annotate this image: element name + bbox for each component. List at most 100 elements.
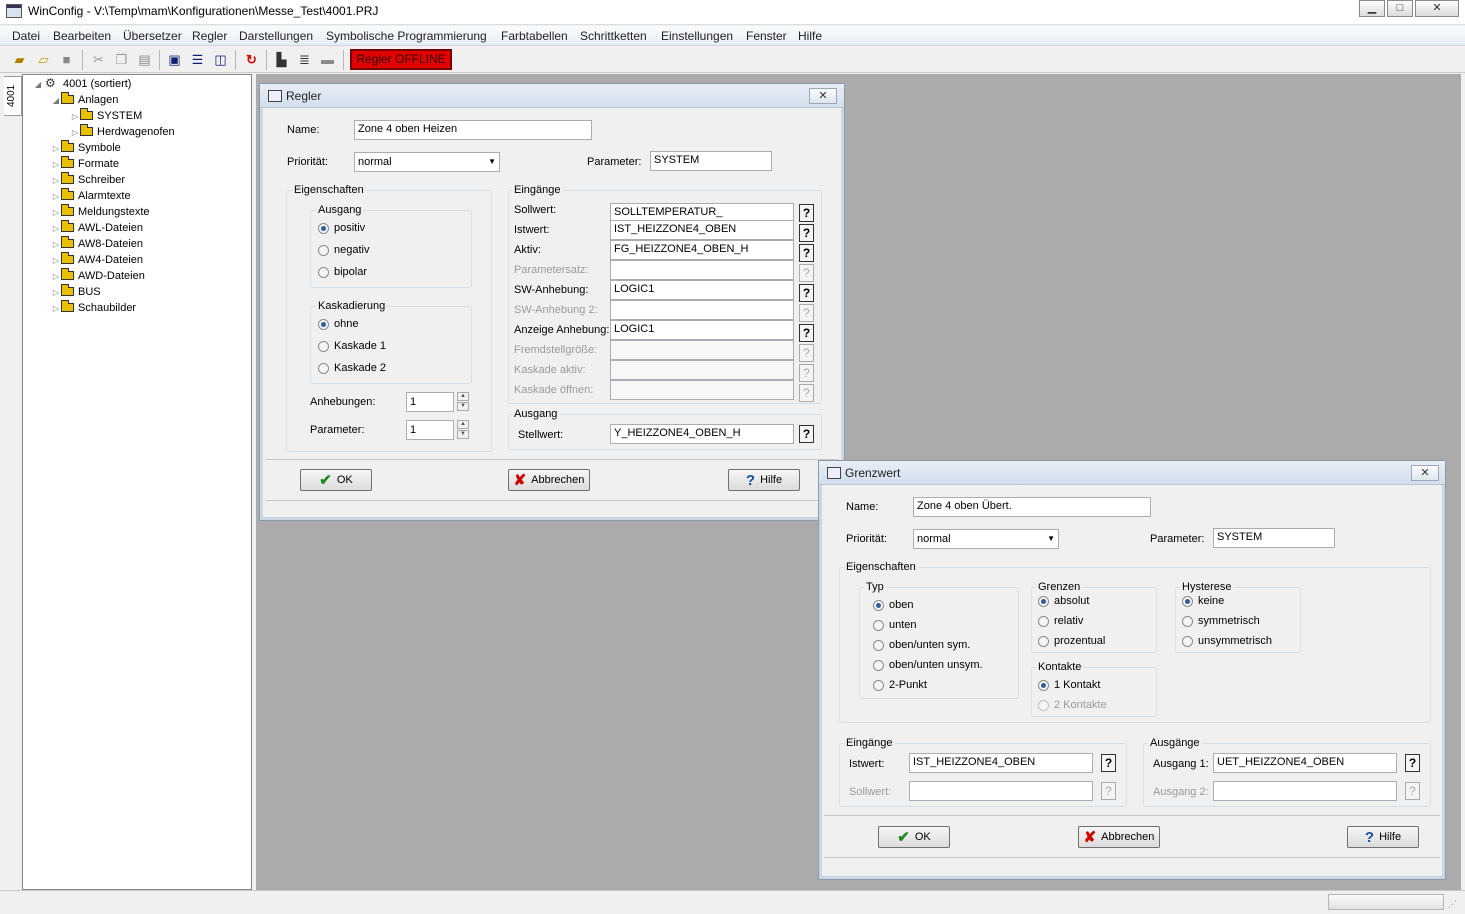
grenzwert-help-button[interactable]: ? Hilfe — [1347, 826, 1419, 848]
absolut-radio[interactable] — [1038, 596, 1049, 607]
new-project-icon[interactable]: ▰ — [11, 51, 28, 68]
tree-item-meldungstexte[interactable]: ▷ Meldungstexte — [51, 204, 150, 220]
tree-item-anlagen[interactable]: ◢ Anlagen — [51, 92, 118, 108]
resize-grip-icon[interactable]: ⋰ — [1448, 899, 1460, 911]
expand-arrow-icon[interactable]: ▷ — [70, 109, 80, 125]
istwert-help-button[interactable]: ? — [799, 224, 814, 242]
tree-item-bus[interactable]: ▷ BUS — [51, 284, 101, 300]
expand-arrow-icon[interactable]: ▷ — [51, 237, 61, 253]
expand-arrow-icon[interactable]: ▷ — [51, 253, 61, 269]
zwei-punkt-radio[interactable] — [873, 680, 884, 691]
anzeige-anhebung-input[interactable]: LOGIC1 — [610, 320, 794, 340]
kaskade2-radio[interactable] — [318, 363, 329, 374]
cut-icon[interactable]: ✂ — [90, 51, 107, 68]
ohne-radio[interactable] — [318, 319, 329, 330]
collapse-arrow-icon[interactable]: ◢ — [33, 77, 43, 93]
menu-regler[interactable]: Regler — [192, 29, 227, 43]
relativ-radio[interactable] — [1038, 616, 1049, 627]
sollwert-help-button[interactable]: ? — [1101, 782, 1116, 800]
parametersatz-help-button[interactable]: ? — [799, 264, 814, 282]
anhebungen-input[interactable]: 1 — [406, 392, 454, 412]
ausgang2-input[interactable] — [1213, 781, 1397, 801]
positiv-radio[interactable] — [318, 223, 329, 234]
ausgang1-input[interactable]: UET_HEIZZONE4_OBEN — [1213, 753, 1397, 773]
menu-fenster[interactable]: Fenster — [746, 29, 787, 43]
parameter-input[interactable]: SYSTEM — [1213, 528, 1335, 548]
aktiv-input[interactable]: FG_HEIZZONE4_OBEN_H — [610, 240, 794, 260]
kaskade-aktiv-input[interactable] — [610, 360, 794, 380]
negativ-radio[interactable] — [318, 245, 329, 256]
tree-item-schreiber[interactable]: ▷ Schreiber — [51, 172, 125, 188]
expand-arrow-icon[interactable]: ▷ — [70, 125, 80, 141]
spin-down-icon[interactable]: ▼ — [457, 430, 469, 439]
sollwert-help-button[interactable]: ? — [799, 204, 814, 222]
expand-arrow-icon[interactable]: ▷ — [51, 285, 61, 301]
list-icon[interactable]: ≣ — [296, 51, 313, 68]
tile-horizontal-icon[interactable]: ☰ — [189, 51, 206, 68]
minimize-button[interactable]: ▁ — [1359, 0, 1385, 17]
bipolar-radio[interactable] — [318, 267, 329, 278]
collapse-arrow-icon[interactable]: ◢ — [51, 93, 61, 109]
tree-item-awl-dateien[interactable]: ▷ AWL-Dateien — [51, 220, 143, 236]
paste-icon[interactable]: ▤ — [136, 51, 153, 68]
unten-radio[interactable] — [873, 620, 884, 631]
anzeige-anhebung-help-button[interactable]: ? — [799, 324, 814, 342]
regler-close-button[interactable]: ✕ — [809, 88, 837, 104]
oben-radio[interactable] — [873, 600, 884, 611]
expand-arrow-icon[interactable]: ▷ — [51, 157, 61, 173]
stellwert-input[interactable]: Y_HEIZZONE4_OBEN_H — [610, 424, 794, 444]
sw-anhebung2-help-button[interactable]: ? — [799, 304, 814, 322]
symmetrisch-radio[interactable] — [1182, 616, 1193, 627]
kaskade-oeffnen-input[interactable] — [610, 380, 794, 400]
ausgang1-help-button[interactable]: ? — [1405, 754, 1420, 772]
unsymmetrisch-radio[interactable] — [1182, 636, 1193, 647]
sw-anhebung-help-button[interactable]: ? — [799, 284, 814, 302]
expand-arrow-icon[interactable]: ▷ — [51, 141, 61, 157]
ein-kontakt-radio[interactable] — [1038, 680, 1049, 691]
project-tab[interactable]: 4001 — [4, 76, 22, 116]
stellwert-help-button[interactable]: ? — [799, 425, 814, 443]
prozentual-radio[interactable] — [1038, 636, 1049, 647]
tree-root[interactable]: ◢ ⚙ 4001 (sortiert) — [33, 76, 132, 93]
expand-arrow-icon[interactable]: ▷ — [51, 301, 61, 317]
tree-item-symbole[interactable]: ▷ Symbole — [51, 140, 121, 156]
expand-arrow-icon[interactable]: ▷ — [51, 173, 61, 189]
kaskade-aktiv-help-button[interactable]: ? — [799, 364, 814, 382]
tree-item-schaubilder[interactable]: ▷ Schaubilder — [51, 300, 136, 316]
sw-anhebung-input[interactable]: LOGIC1 — [610, 280, 794, 300]
maximize-button[interactable]: □ — [1387, 0, 1413, 17]
parameter-count-input[interactable]: 1 — [406, 420, 454, 440]
ausgang2-help-button[interactable]: ? — [1405, 782, 1420, 800]
menu-schrittketten[interactable]: Schrittketten — [580, 29, 647, 43]
name-input[interactable]: Zone 4 oben Übert. — [913, 497, 1151, 517]
menu-datei[interactable]: Datei — [12, 29, 40, 43]
menu-darstellungen[interactable]: Darstellungen — [239, 29, 313, 43]
expand-arrow-icon[interactable]: ▷ — [51, 205, 61, 221]
menu-einstellungen[interactable]: Einstellungen — [661, 29, 733, 43]
istwert-help-button[interactable]: ? — [1101, 754, 1116, 772]
tree-item-awd-dateien[interactable]: ▷ AWD-Dateien — [51, 268, 145, 284]
istwert-input[interactable]: IST_HEIZZONE4_OBEN — [909, 753, 1093, 773]
refresh-icon[interactable]: ↻ — [243, 51, 260, 68]
oben-unten-sym-radio[interactable] — [873, 640, 884, 651]
aktiv-help-button[interactable]: ? — [799, 244, 814, 262]
zwei-kontakte-radio[interactable] — [1038, 700, 1049, 711]
tile-vertical-icon[interactable]: ◫ — [212, 51, 229, 68]
close-button[interactable]: ✕ — [1415, 0, 1459, 17]
grenzwert-cancel-button[interactable]: ✘ Abbrechen — [1078, 826, 1160, 848]
grenzwert-close-button[interactable]: ✕ — [1411, 465, 1439, 481]
spin-down-icon[interactable]: ▼ — [457, 402, 469, 411]
parametersatz-input[interactable] — [610, 260, 794, 280]
spin-up-icon[interactable]: ▲ — [457, 392, 469, 401]
menu-bearbeiten[interactable]: Bearbeiten — [53, 29, 111, 43]
menu-hilfe[interactable]: Hilfe — [798, 29, 822, 43]
name-input[interactable]: Zone 4 oben Heizen — [354, 120, 592, 140]
monitor-icon[interactable]: ▬ — [319, 51, 336, 68]
menu-symbolische-programmierung[interactable]: Symbolische Programmierung — [326, 29, 487, 43]
sollwert-input[interactable] — [909, 781, 1093, 801]
priority-select[interactable]: normal ▼ — [354, 152, 500, 172]
istwert-input[interactable]: IST_HEIZZONE4_OBEN — [610, 220, 794, 240]
cascade-windows-icon[interactable]: ▣ — [166, 51, 183, 68]
kaskade1-radio[interactable] — [318, 341, 329, 352]
regler-cancel-button[interactable]: ✘ Abbrechen — [508, 469, 590, 491]
